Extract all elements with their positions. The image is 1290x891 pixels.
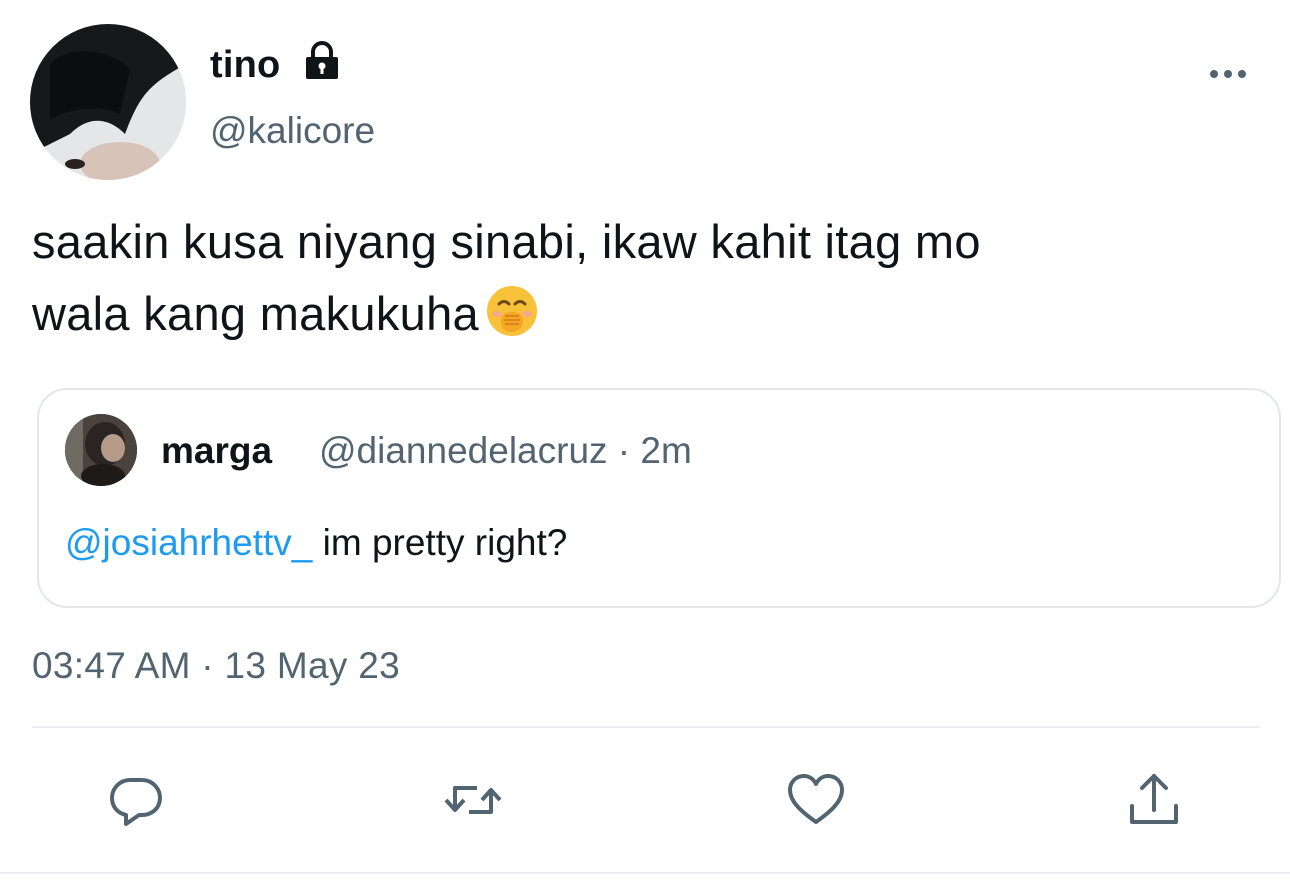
retweet-icon (444, 786, 502, 814)
lock-icon (306, 41, 338, 79)
author-name[interactable]: tino (210, 44, 280, 87)
quoted-author-avatar[interactable] (65, 414, 137, 486)
tweet-text-line-2-content: wala kang makukuha (32, 287, 479, 340)
quoted-tweet-body: im pretty right? (312, 522, 568, 563)
more-icon[interactable] (1206, 62, 1250, 86)
author-avatar[interactable] (30, 24, 186, 180)
tweet-text-line-1: saakin kusa niyang sinabi, ikaw kahit it… (32, 215, 981, 268)
tweet-text: saakin kusa niyang sinabi, ikaw kahit it… (32, 206, 1252, 350)
quoted-tweet-card[interactable]: marga @diannedelacruz · 2m @josiahrhettv… (37, 388, 1281, 608)
divider (32, 726, 1260, 728)
reply-icon (110, 778, 162, 826)
retweet-button[interactable] (441, 768, 505, 832)
share-button[interactable] (1122, 768, 1186, 832)
quoted-author-meta: @diannedelacruz · 2m (319, 430, 692, 471)
mention-link[interactable]: @josiahrhettv_ (65, 522, 312, 563)
like-icon (788, 774, 844, 824)
face-with-hand-over-mouth-emoji (486, 286, 537, 336)
tweet-text-line-2: wala kang makukuha (32, 278, 1252, 350)
share-icon (1130, 774, 1178, 824)
quoted-author-name[interactable]: marga (161, 430, 272, 472)
like-button[interactable] (784, 768, 848, 832)
author-handle[interactable]: @kalicore (210, 110, 375, 152)
bottom-divider (0, 872, 1290, 874)
quoted-tweet-text: @josiahrhettv_ im pretty right? (65, 522, 567, 564)
tweet-timestamp[interactable]: 03:47 AM · 13 May 23 (32, 645, 400, 687)
reply-button[interactable] (104, 768, 168, 832)
